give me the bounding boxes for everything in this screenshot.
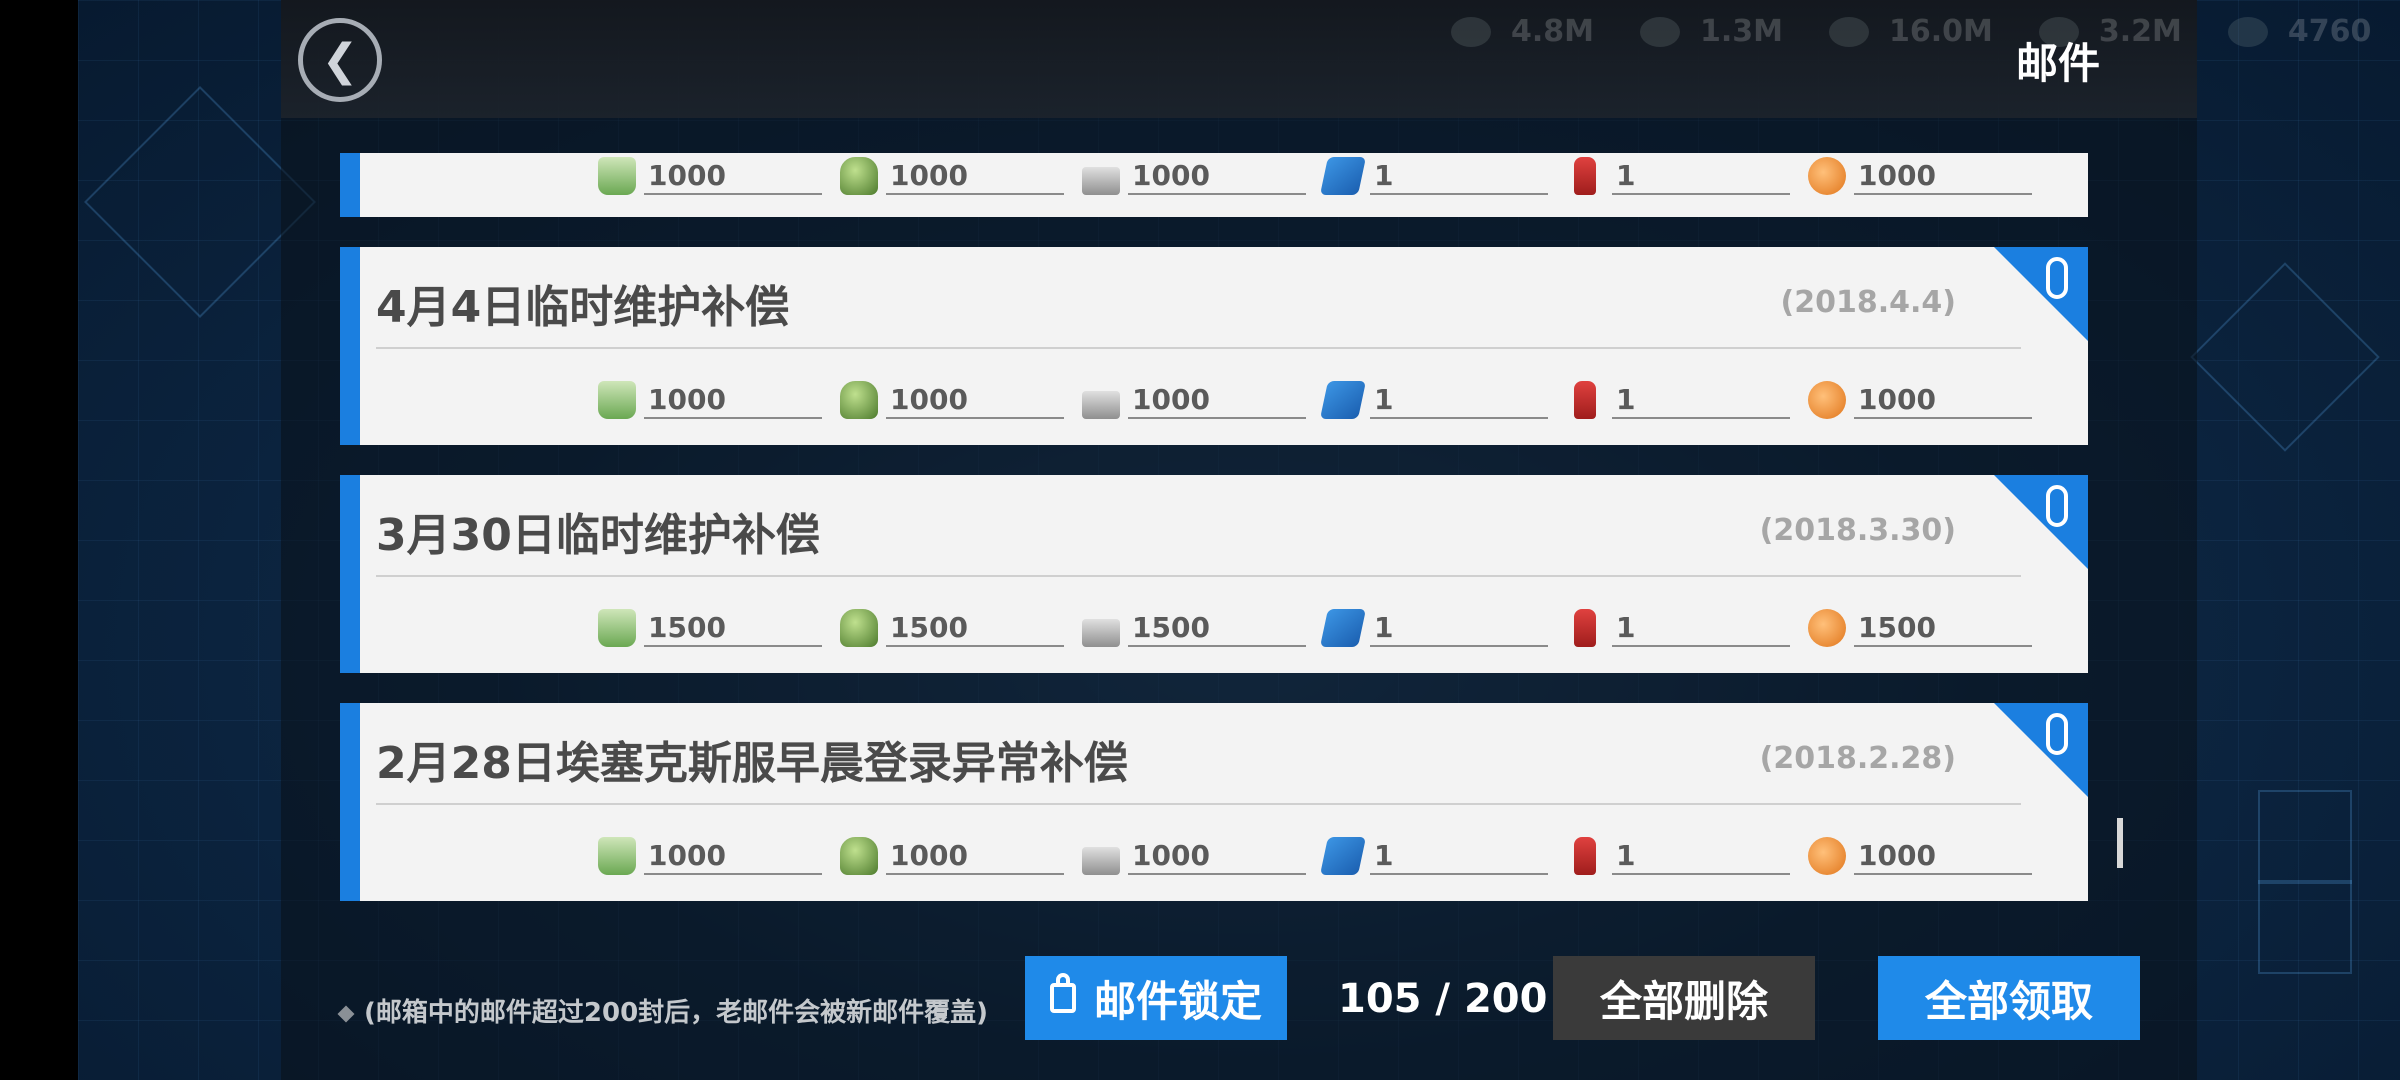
mail-title: 4月4日临时维护补偿	[376, 282, 790, 333]
reward-core: 1000	[1808, 375, 2032, 419]
core-icon	[1808, 837, 1846, 875]
mail-date: (2018.3.30)	[1759, 513, 1956, 548]
core-icon	[1808, 381, 1846, 419]
reward-ammo: 1000	[840, 831, 1064, 875]
ammo-icon	[840, 157, 878, 195]
extinguisher-icon	[1574, 157, 1596, 195]
mail-title: 3月30日临时维护补偿	[376, 510, 820, 561]
reward-ammo: 1500	[840, 603, 1064, 647]
manpower-icon	[598, 837, 636, 875]
reward-extinguisher: 1	[1566, 151, 1790, 195]
reward-manpower: 1000	[598, 375, 822, 419]
reward-parts: 1	[1319, 831, 1548, 875]
extinguisher-icon	[1574, 381, 1596, 419]
mail-item[interactable]: 4月4日临时维护补偿 (2018.4.4) 1000 1000 1000 1 1…	[340, 247, 2088, 445]
reward-parts: 1	[1319, 603, 1548, 647]
rations-icon	[1082, 847, 1120, 875]
manpower-icon	[598, 381, 636, 419]
mail-count: 105 / 200	[1338, 976, 1548, 1022]
divider	[376, 575, 2021, 577]
reward-rations: 1000	[1082, 375, 1306, 419]
mail-title: 2月28日埃塞克斯服早晨登录异常补偿	[376, 738, 1128, 789]
claim-all-button[interactable]: 全部领取	[1878, 956, 2140, 1040]
reward-ammo: 1000	[840, 375, 1064, 419]
reward-core: 1000	[1808, 831, 2032, 875]
parts-icon	[1319, 837, 1367, 875]
rations-icon	[1082, 391, 1120, 419]
paperclip-icon	[2046, 257, 2068, 299]
rations-icon	[1082, 619, 1120, 647]
reward-manpower: 1500	[598, 603, 822, 647]
mail-date: (2018.2.28)	[1759, 741, 1956, 776]
lock-mail-button[interactable]: 邮件锁定	[1025, 956, 1287, 1040]
reward-extinguisher: 1	[1566, 375, 1790, 419]
divider	[376, 803, 2021, 805]
manpower-icon	[598, 609, 636, 647]
paperclip-icon	[2046, 485, 2068, 527]
mail-item[interactable]: 1000 1000 1000 1 1 1000	[340, 153, 2088, 217]
reward-parts: 1	[1319, 375, 1548, 419]
reward-ammo: 1000	[840, 151, 1064, 195]
manpower-icon	[598, 157, 636, 195]
reward-extinguisher: 1	[1566, 831, 1790, 875]
reward-core: 1000	[1808, 151, 2032, 195]
extinguisher-icon	[1574, 609, 1596, 647]
parts-icon	[1319, 609, 1367, 647]
reward-manpower: 1000	[598, 151, 822, 195]
attachment-badge	[1994, 703, 2088, 797]
extinguisher-icon	[1574, 837, 1596, 875]
core-icon	[1808, 157, 1846, 195]
parts-icon	[1319, 381, 1367, 419]
paperclip-icon	[2046, 713, 2068, 755]
diamond-bullet-icon	[337, 1005, 355, 1022]
divider	[376, 347, 2021, 349]
reward-parts: 1	[1319, 151, 1548, 195]
rations-icon	[1082, 167, 1120, 195]
reward-extinguisher: 1	[1566, 603, 1790, 647]
mail-date: (2018.4.4)	[1780, 285, 1956, 320]
reward-rations: 1000	[1082, 831, 1306, 875]
reward-rations: 1500	[1082, 603, 1306, 647]
mail-list[interactable]: 1000 1000 1000 1 1 1000 4月4日临时维护补偿 (2018…	[340, 0, 2088, 910]
reward-core: 1500	[1808, 603, 2032, 647]
reward-rations: 1000	[1082, 151, 1306, 195]
parts-icon	[1319, 157, 1367, 195]
ammo-icon	[840, 381, 878, 419]
lock-icon	[1049, 973, 1076, 1013]
mail-item[interactable]: 2月28日埃塞克斯服早晨登录异常补偿 (2018.2.28) 1000 1000…	[340, 703, 2088, 901]
scroll-indicator[interactable]	[2117, 818, 2123, 868]
reward-manpower: 1000	[598, 831, 822, 875]
attachment-badge	[1994, 475, 2088, 569]
core-icon	[1808, 609, 1846, 647]
mailbox-notice: (邮箱中的邮件超过200封后，老邮件会被新邮件覆盖)	[337, 992, 988, 1029]
ammo-icon	[840, 609, 878, 647]
ammo-icon	[840, 837, 878, 875]
mail-item[interactable]: 3月30日临时维护补偿 (2018.3.30) 1500 1500 1500 1…	[340, 475, 2088, 673]
attachment-badge	[1994, 247, 2088, 341]
delete-all-button[interactable]: 全部删除	[1553, 956, 1815, 1040]
resource-gems: 4760	[2227, 14, 2371, 49]
